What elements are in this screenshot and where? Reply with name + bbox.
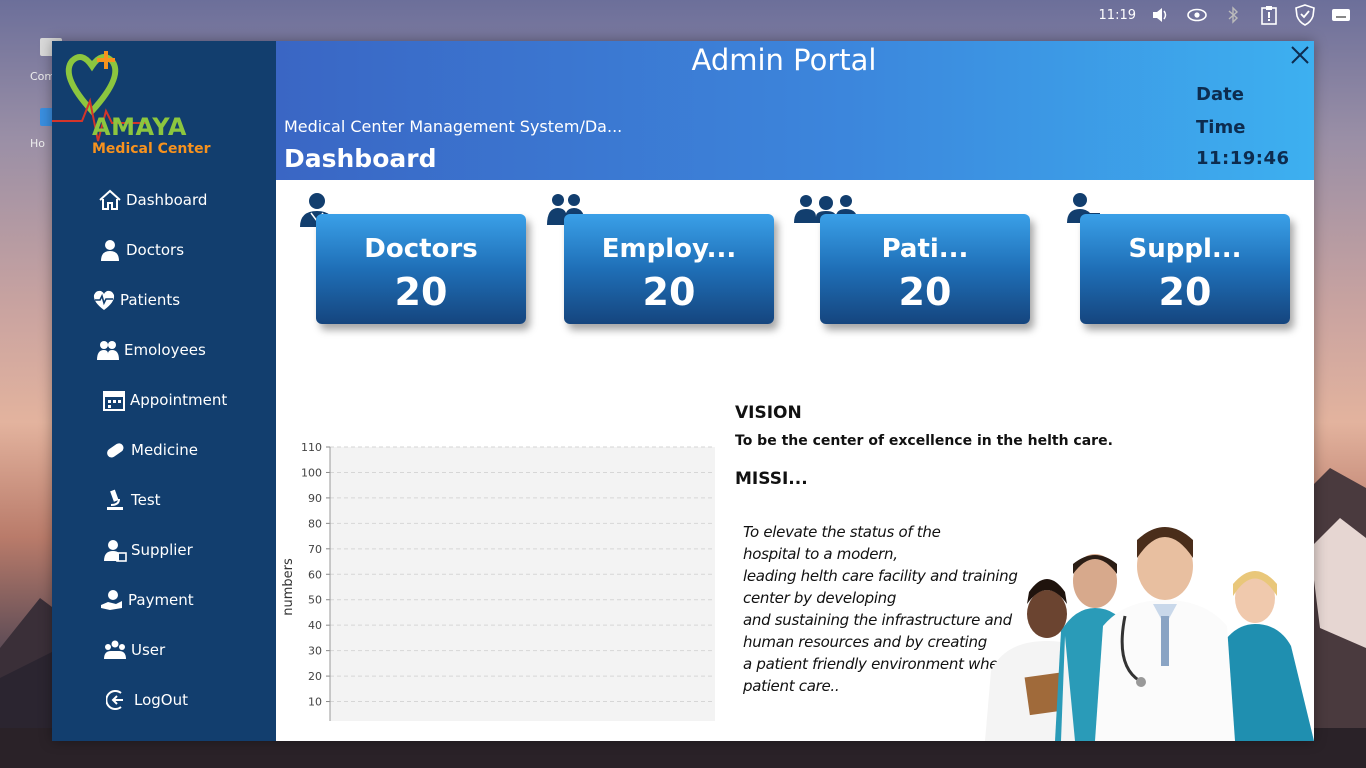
card-value: 20 xyxy=(642,270,696,314)
y-tick-label: 40 xyxy=(308,619,322,632)
card-label: Suppl... xyxy=(1128,234,1242,264)
sidebar-item-label: Emoloyees xyxy=(124,341,206,359)
pill-icon xyxy=(107,443,124,458)
y-tick-label: 70 xyxy=(308,543,322,556)
eye-icon[interactable] xyxy=(1186,4,1208,26)
y-tick-label: 10 xyxy=(308,696,322,709)
bluetooth-icon[interactable] xyxy=(1222,4,1244,26)
time-value: 11:19:46 xyxy=(1196,148,1290,169)
home-icon xyxy=(99,189,121,210)
users-group-icon xyxy=(104,640,126,659)
sidebar-item-label: Medicine xyxy=(131,441,199,459)
logout-icon xyxy=(106,690,123,710)
y-tick-label: 30 xyxy=(308,645,322,658)
y-tick-label: 90 xyxy=(308,492,322,505)
sidebar-item-employees[interactable]: Emoloyees xyxy=(52,328,276,372)
y-tick-label: 100 xyxy=(301,466,322,479)
date-label: Date xyxy=(1196,84,1244,105)
breadcrumb: Medical Center Management System/Da... xyxy=(284,117,623,136)
sidebar-item-test[interactable]: Test xyxy=(52,478,276,522)
suppliers-card[interactable]: Suppl... 20 xyxy=(1080,214,1290,324)
doctor-icon xyxy=(101,240,119,261)
keyboard-icon[interactable] xyxy=(1330,4,1352,26)
sidebar-item-label: Test xyxy=(131,491,161,509)
card-label: Pati... xyxy=(881,234,969,264)
clipboard-alert-icon[interactable] xyxy=(1258,4,1280,26)
type-count-chart: 0102030405060708090100110Typenumbers xyxy=(281,441,715,721)
card-value: 20 xyxy=(394,270,448,314)
heart-pulse-icon xyxy=(93,290,115,310)
shield-icon[interactable] xyxy=(1294,4,1316,26)
sidebar-item-payment[interactable]: Payment xyxy=(52,578,276,622)
system-tray: 11:19 xyxy=(1099,0,1366,30)
supplier-icon xyxy=(104,540,127,562)
page-title: Dashboard xyxy=(284,144,437,173)
y-axis-label: numbers xyxy=(281,558,296,616)
sidebar-item-medicine[interactable]: Medicine xyxy=(52,428,276,472)
tray-clock[interactable]: 11:19 xyxy=(1099,8,1136,23)
sidebar-item-label: Doctors xyxy=(126,241,185,259)
employees-icon xyxy=(97,341,119,360)
card-label: Doctors xyxy=(364,234,478,264)
volume-icon[interactable] xyxy=(1150,4,1172,26)
sidebar-item-label: Dashboard xyxy=(126,191,208,209)
sidebar-item-label: Patients xyxy=(120,291,181,309)
close-icon[interactable] xyxy=(1290,45,1310,65)
sidebar-item-dashboard[interactable]: Dashboard xyxy=(52,178,276,222)
sidebar-item-appointment[interactable]: Appointment xyxy=(52,378,276,422)
header: Admin Portal Medical Center Management S… xyxy=(276,41,1314,180)
sidebar-item-patients[interactable]: Patients xyxy=(52,278,276,322)
microscope-icon xyxy=(107,489,123,510)
sidebar-item-logout[interactable]: LogOut xyxy=(52,678,276,722)
y-tick-label: 80 xyxy=(308,517,322,530)
y-tick-label: 60 xyxy=(308,568,322,581)
y-tick-label: 20 xyxy=(308,670,322,683)
sidebar-item-label: Supplier xyxy=(131,541,193,559)
admin-portal-window: AMAYA Medical Center Dashboard Doctors P… xyxy=(52,41,1314,741)
amaya-logo: AMAYA Medical Center xyxy=(52,41,276,171)
card-value: 20 xyxy=(898,270,952,314)
sidebar-item-label: Payment xyxy=(128,591,194,609)
logo-brand-text: AMAYA xyxy=(92,113,187,141)
doctors-team-photo xyxy=(985,527,1314,741)
sidebar-item-label: LogOut xyxy=(134,691,188,709)
vision-heading: VISION xyxy=(735,403,802,423)
desktop-icon-label: Ho xyxy=(30,137,46,150)
plot-area xyxy=(330,447,715,721)
sidebar-item-label: User xyxy=(131,641,166,659)
calendar-icon xyxy=(103,391,125,411)
y-tick-label: 110 xyxy=(301,441,322,454)
sidebar-item-doctors[interactable]: Doctors xyxy=(52,228,276,272)
sidebar-item-label: Appointment xyxy=(130,391,228,409)
doctors-card[interactable]: Doctors 20 xyxy=(316,214,526,324)
portal-title: Admin Portal xyxy=(691,43,877,77)
vision-text: To be the center of excellence in the he… xyxy=(735,433,1113,449)
payment-hand-icon xyxy=(101,590,122,610)
employees-card[interactable]: Employ... 20 xyxy=(564,214,774,324)
card-value: 20 xyxy=(1158,270,1212,314)
sidebar: AMAYA Medical Center Dashboard Doctors P… xyxy=(52,41,276,741)
logo-subtitle-text: Medical Center xyxy=(92,141,211,157)
mission-heading: MISSI... xyxy=(735,469,808,489)
sidebar-item-supplier[interactable]: Supplier xyxy=(52,528,276,572)
sidebar-item-user[interactable]: User xyxy=(52,628,276,672)
patients-card[interactable]: Pati... 20 xyxy=(820,214,1030,324)
card-label: Employ... xyxy=(601,234,737,264)
y-tick-label: 50 xyxy=(308,594,322,607)
time-label: Time xyxy=(1196,117,1246,138)
